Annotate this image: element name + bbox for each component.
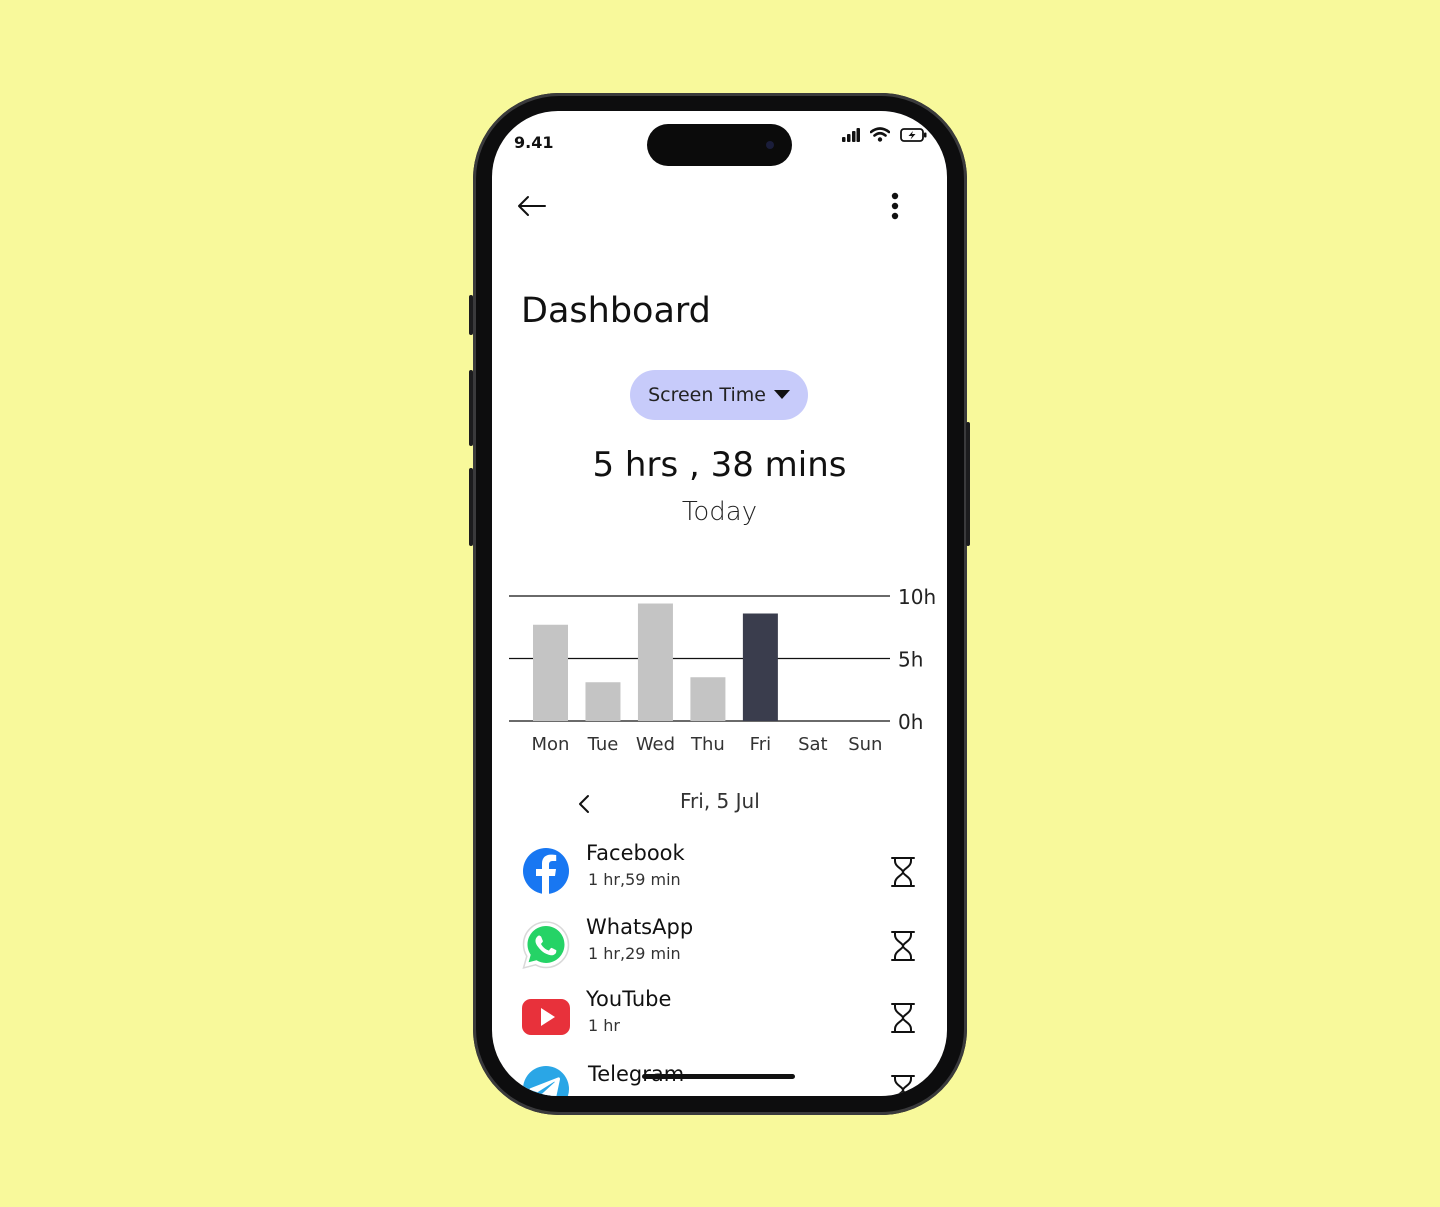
app-duration: 1 hr,29 min	[588, 944, 681, 963]
page-title: Dashboard	[521, 291, 711, 331]
period-label: Today	[681, 497, 758, 527]
total-screen-time: 5 hrs , 38 mins	[592, 445, 847, 485]
app-duration: 1 hr,59 min	[588, 870, 681, 889]
app-duration: 1 hr	[588, 1016, 620, 1035]
app-row-youtube[interactable]: YouTube 1 hr	[520, 987, 920, 1051]
selected-date: Fri, 5 Jul	[680, 789, 760, 813]
hourglass-icon[interactable]	[886, 1073, 920, 1096]
x-tick-label: Thu	[690, 734, 725, 755]
x-tick-label: Sat	[798, 734, 828, 755]
screen: 9.41 Dashboard Screen Time 5 hrs , 38 mi…	[492, 111, 947, 1096]
chart-bar-wed	[637, 603, 673, 721]
whatsapp-icon	[522, 921, 570, 970]
status-icons	[842, 127, 927, 142]
chart-bar-mon	[533, 624, 568, 721]
hourglass-icon[interactable]	[886, 855, 920, 889]
volume-down-button	[469, 468, 473, 546]
hourglass-icon[interactable]	[886, 1001, 920, 1035]
mute-switch	[469, 295, 473, 335]
hourglass-icon[interactable]	[886, 929, 920, 963]
youtube-icon	[522, 999, 570, 1035]
more-vertical-icon[interactable]	[886, 192, 904, 222]
dynamic-island	[647, 124, 792, 166]
chart-bar-thu	[690, 677, 726, 721]
y-tick-label: 10h	[898, 585, 936, 609]
cellular-signal-icon	[842, 127, 860, 142]
app-row-whatsapp[interactable]: WhatsApp 1 hr,29 min	[520, 915, 920, 979]
screen-time-bar-chart: 10h 5h 0h Mon Tue Wed Thu Fri Sat Sun	[509, 585, 936, 755]
x-tick-label: Tue	[587, 734, 619, 755]
chart-bar-fri	[742, 613, 778, 721]
facebook-icon	[523, 848, 569, 894]
y-tick-label: 5h	[898, 648, 923, 672]
app-name: YouTube	[586, 987, 672, 1011]
app-name: Facebook	[586, 841, 685, 865]
caret-down-icon	[773, 390, 790, 399]
status-time: 9.41	[514, 133, 554, 152]
x-tick-label: Mon	[532, 734, 570, 755]
power-button	[966, 422, 970, 546]
app-row-facebook[interactable]: Facebook 1 hr,59 min	[520, 841, 920, 905]
x-tick-label: Fri	[750, 734, 771, 755]
chart-bar-tue	[585, 682, 621, 721]
metric-dropdown-label: Screen Time	[648, 384, 766, 406]
metric-dropdown[interactable]: Screen Time	[630, 370, 808, 420]
x-tick-label: Sun	[848, 734, 882, 755]
telegram-icon	[523, 1066, 569, 1096]
x-tick-label: Wed	[636, 734, 675, 755]
y-tick-label: 0h	[898, 710, 923, 734]
volume-up-button	[469, 370, 473, 446]
wifi-icon	[870, 127, 890, 142]
back-arrow-icon[interactable]	[516, 195, 548, 217]
battery-charging-icon	[900, 127, 927, 142]
chevron-left-icon[interactable]	[576, 793, 592, 815]
app-name: WhatsApp	[586, 915, 694, 939]
app-row-telegram[interactable]: Telegram	[520, 1062, 920, 1096]
date-navigator: Fri, 5 Jul	[492, 789, 947, 819]
home-indicator[interactable]	[642, 1074, 795, 1079]
